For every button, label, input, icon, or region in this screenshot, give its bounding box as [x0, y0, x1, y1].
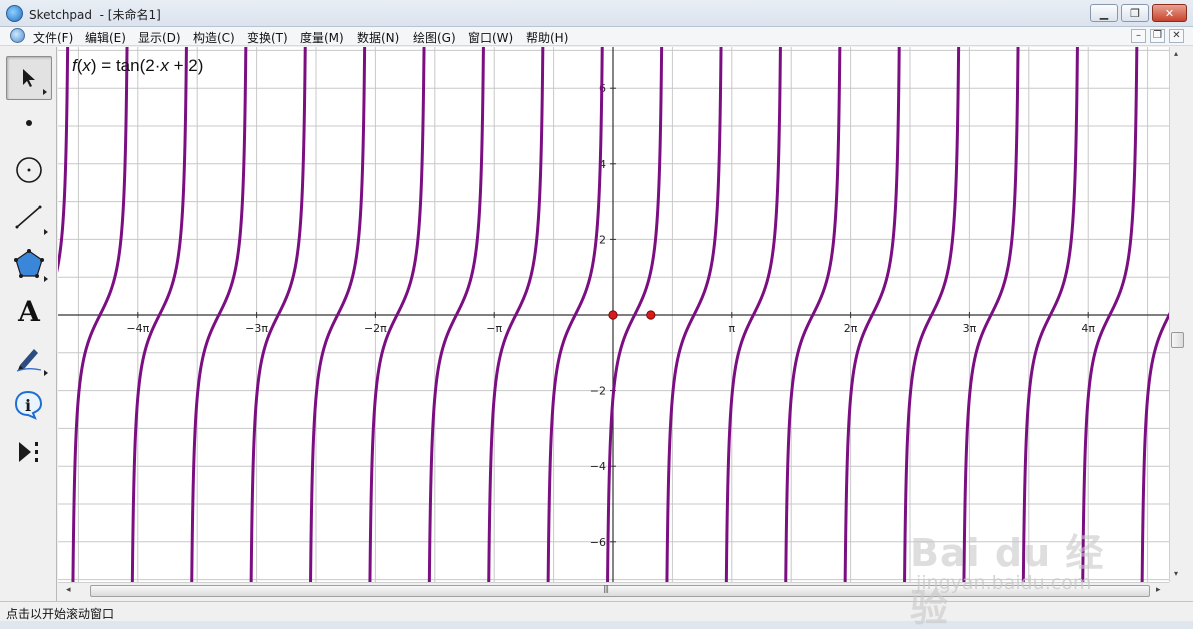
- function-variable-2: x: [160, 56, 169, 75]
- y-tick-label: −6: [590, 536, 606, 549]
- compass-tool[interactable]: [6, 148, 52, 192]
- function-label[interactable]: f(x) = tan(2·x + 2): [72, 56, 203, 76]
- text-a-icon: A: [18, 294, 40, 328]
- x-tick-label: −2π: [364, 322, 387, 335]
- polygon-tool[interactable]: [6, 242, 52, 286]
- x-tick-label: 4π: [1081, 322, 1095, 335]
- information-tool[interactable]: i: [6, 383, 52, 427]
- sketchpad-window: Sketchpad - [未命名1] ▁ ❐ ✕ 文件(F) 编辑(E) 显示(…: [0, 0, 1193, 630]
- submenu-indicator-icon: [44, 370, 48, 376]
- menu-display[interactable]: 显示(D): [138, 29, 181, 46]
- straightedge-tool[interactable]: [6, 195, 52, 239]
- menu-edit[interactable]: 编辑(E): [85, 29, 126, 46]
- submenu-indicator-icon: [44, 276, 48, 282]
- graph-point: [646, 310, 656, 320]
- horizontal-scrollbar[interactable]: ◂ ||| ▸: [58, 582, 1169, 599]
- point-tool[interactable]: [6, 101, 52, 145]
- arrow-icon: [23, 69, 35, 87]
- function-expression-part-1: ) = tan(2·: [90, 56, 161, 75]
- scroll-down-arrow-icon[interactable]: ▾: [1174, 569, 1178, 578]
- info-icon: i: [14, 390, 43, 420]
- vertical-scroll-thumb[interactable]: [1171, 332, 1184, 348]
- marker-tool[interactable]: [6, 336, 52, 380]
- function-variable: x: [82, 56, 91, 75]
- svg-text:i: i: [25, 396, 31, 415]
- window-title: Sketchpad - [未命名1]: [29, 8, 161, 22]
- scroll-right-arrow-icon[interactable]: ▸: [1156, 585, 1161, 595]
- menu-bar: 文件(F) 编辑(E) 显示(D) 构造(C) 变换(T) 度量(M) 数据(N…: [0, 27, 1193, 46]
- menu-file[interactable]: 文件(F): [33, 29, 73, 46]
- toolbox: A i: [0, 47, 57, 603]
- menu-number[interactable]: 数据(N): [357, 29, 399, 46]
- status-text: 点击以开始滚动窗口: [6, 607, 115, 621]
- y-tick-label: −2: [590, 385, 606, 398]
- taskbar-edge: [0, 621, 1193, 629]
- function-expression-part-2: + 2): [168, 56, 204, 75]
- function-plot: −4π −3π −2π −π π 2π 3π 4π642−2−4−6: [58, 47, 1169, 582]
- sketchpad-app-icon[interactable]: [6, 5, 23, 22]
- x-tick-label: π: [728, 322, 735, 335]
- mdi-close-button[interactable]: ✕: [1169, 29, 1184, 43]
- circle-icon: [16, 157, 42, 183]
- graph-point: [608, 310, 618, 320]
- mdi-restore-button[interactable]: ❐: [1150, 29, 1165, 43]
- menu-help[interactable]: 帮助(H): [526, 29, 568, 46]
- y-tick-label: −4: [590, 460, 606, 473]
- line-icon: [15, 205, 42, 229]
- scroll-left-arrow-icon[interactable]: ◂: [66, 585, 71, 595]
- menu-construct[interactable]: 构造(C): [193, 29, 235, 46]
- point-icon: [26, 120, 32, 126]
- x-tick-label: 3π: [963, 322, 977, 335]
- menu-graph[interactable]: 绘图(G): [413, 29, 456, 46]
- x-tick-label: −4π: [126, 322, 149, 335]
- vertical-scrollbar[interactable]: ▴ ▾: [1169, 47, 1185, 582]
- x-tick-label: −π: [486, 322, 502, 335]
- menu-measure[interactable]: 度量(M): [300, 29, 344, 46]
- custom-tool[interactable]: [6, 430, 52, 474]
- minimize-button[interactable]: ▁: [1090, 4, 1118, 22]
- function-name: f: [72, 56, 77, 75]
- status-bar: 点击以开始滚动窗口: [0, 601, 1193, 621]
- close-button[interactable]: ✕: [1152, 4, 1187, 22]
- menu-window[interactable]: 窗口(W): [468, 29, 513, 46]
- x-tick-label: −3π: [245, 322, 268, 335]
- horizontal-scroll-thumb[interactable]: [90, 585, 1150, 597]
- scroll-up-arrow-icon[interactable]: ▴: [1174, 49, 1178, 58]
- pentagon-icon: [14, 249, 44, 278]
- text-tool[interactable]: A: [6, 289, 52, 333]
- scroll-grip-icon: |||: [603, 584, 609, 593]
- submenu-indicator-icon: [43, 89, 47, 95]
- menu-transform[interactable]: 变换(T): [247, 29, 288, 46]
- submenu-indicator-icon: [44, 229, 48, 235]
- marker-pen-icon: [16, 349, 42, 372]
- arrow-tool[interactable]: [6, 56, 52, 100]
- y-tick-label: 2: [599, 233, 606, 246]
- maximize-button[interactable]: ❐: [1121, 4, 1149, 22]
- title-bar: Sketchpad - [未命名1] ▁ ❐ ✕: [0, 0, 1193, 27]
- sketch-canvas[interactable]: −4π −3π −2π −π π 2π 3π 4π 6 4 2 −2 −4 −6 f(x) = tan(2…: [58, 47, 1169, 582]
- x-tick-label: 2π: [844, 322, 858, 335]
- mdi-minimize-button[interactable]: –: [1131, 29, 1146, 43]
- document-icon[interactable]: [10, 28, 25, 43]
- custom-tool-icon: [19, 442, 38, 462]
